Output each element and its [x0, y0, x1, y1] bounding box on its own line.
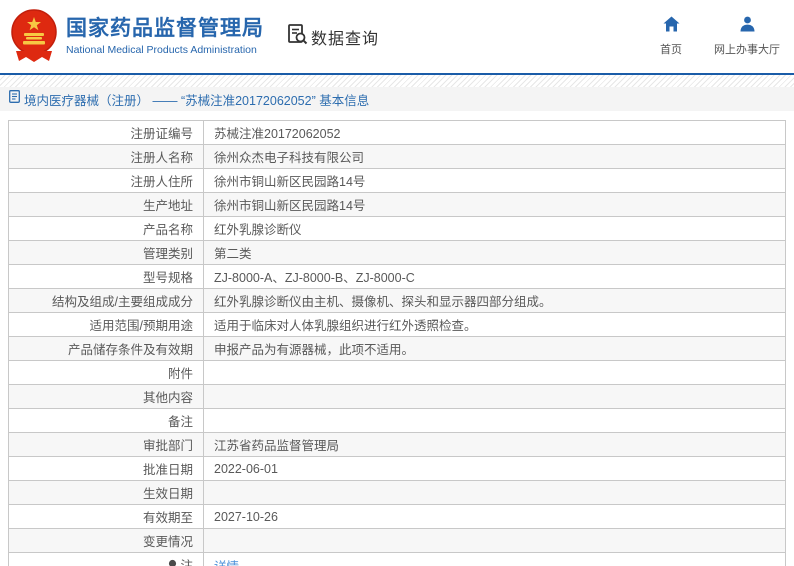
row-value: 详情: [204, 553, 786, 566]
row-label: 型号规格: [9, 265, 204, 289]
table-row: 注册证编号苏械注准20172062052: [9, 121, 786, 145]
table-row: 生产地址徐州市铜山新区民园路14号: [9, 193, 786, 217]
row-value: 2022-06-01: [204, 457, 786, 481]
document-icon: [9, 90, 20, 108]
table-row: 注详情: [9, 553, 786, 566]
row-value: 申报产品为有源器械，此项不适用。: [204, 337, 786, 361]
top-nav: 首页 网上办事大厅: [654, 16, 780, 57]
table-row: 适用范围/预期用途适用于临床对人体乳腺组织进行红外透照检查。: [9, 313, 786, 337]
breadcrumb-text: 境内医疗器械（注册） —— “苏械注准20172062052” 基本信息: [24, 90, 369, 109]
table-row: 注册人住所徐州市铜山新区民园路14号: [9, 169, 786, 193]
note-bulb-icon: [167, 559, 178, 566]
row-label: 备注: [9, 409, 204, 433]
home-icon: [663, 16, 680, 37]
table-row: 附件: [9, 361, 786, 385]
site-title-en: National Medical Products Administration: [66, 44, 264, 56]
row-label: 有效期至: [9, 505, 204, 529]
table-row: 注册人名称徐州众杰电子科技有限公司: [9, 145, 786, 169]
row-label: 注: [9, 553, 204, 566]
table-row: 备注: [9, 409, 786, 433]
table-row: 产品名称红外乳腺诊断仪: [9, 217, 786, 241]
row-value: [204, 481, 786, 505]
row-value: [204, 361, 786, 385]
row-label: 产品储存条件及有效期: [9, 337, 204, 361]
row-value: 苏械注准20172062052: [204, 121, 786, 145]
data-query-section[interactable]: 数据查询: [286, 23, 379, 50]
row-value: 红外乳腺诊断仪: [204, 217, 786, 241]
table-row: 结构及组成/主要组成成分红外乳腺诊断仪由主机、摄像机、探头和显示器四部分组成。: [9, 289, 786, 313]
registration-info-table-wrap: 注册证编号苏械注准20172062052注册人名称徐州众杰电子科技有限公司注册人…: [0, 111, 794, 566]
data-query-label: 数据查询: [311, 25, 379, 49]
table-row: 管理类别第二类: [9, 241, 786, 265]
details-link[interactable]: 详情: [214, 560, 239, 566]
row-label: 生效日期: [9, 481, 204, 505]
row-value: 适用于临床对人体乳腺组织进行红外透照检查。: [204, 313, 786, 337]
header: 国家药品监督管理局 National Medical Products Admi…: [0, 0, 794, 75]
row-value: ZJ-8000-A、ZJ-8000-B、ZJ-8000-C: [204, 265, 786, 289]
stripe-band: [0, 75, 794, 87]
row-value: [204, 385, 786, 409]
document-search-icon: [286, 23, 308, 50]
info-table-body: 注册证编号苏械注准20172062052注册人名称徐州众杰电子科技有限公司注册人…: [9, 121, 786, 566]
registration-info-table: 注册证编号苏械注准20172062052注册人名称徐州众杰电子科技有限公司注册人…: [8, 120, 786, 566]
row-value: 徐州市铜山新区民园路14号: [204, 193, 786, 217]
row-value: 江苏省药品监督管理局: [204, 433, 786, 457]
table-row: 型号规格ZJ-8000-A、ZJ-8000-B、ZJ-8000-C: [9, 265, 786, 289]
table-row: 批准日期2022-06-01: [9, 457, 786, 481]
row-label: 注册人名称: [9, 145, 204, 169]
row-label: 其他内容: [9, 385, 204, 409]
table-row: 其他内容: [9, 385, 786, 409]
row-label: 变更情况: [9, 529, 204, 553]
row-label: 审批部门: [9, 433, 204, 457]
row-value: 红外乳腺诊断仪由主机、摄像机、探头和显示器四部分组成。: [204, 289, 786, 313]
row-value: 徐州市铜山新区民园路14号: [204, 169, 786, 193]
site-titles: 国家药品监督管理局 National Medical Products Admi…: [66, 17, 264, 55]
site-title-cn: 国家药品监督管理局: [66, 17, 264, 41]
row-value: 2027-10-26: [204, 505, 786, 529]
row-label: 注册证编号: [9, 121, 204, 145]
nav-item-label: 首页: [660, 41, 682, 57]
national-emblem-icon: [8, 9, 60, 65]
row-label: 产品名称: [9, 217, 204, 241]
breadcrumb: 境内医疗器械（注册） —— “苏械注准20172062052” 基本信息: [0, 87, 794, 111]
row-label: 适用范围/预期用途: [9, 313, 204, 337]
user-icon: [739, 16, 756, 37]
nav-item-label: 网上办事大厅: [714, 41, 780, 57]
table-row: 生效日期: [9, 481, 786, 505]
table-row: 审批部门江苏省药品监督管理局: [9, 433, 786, 457]
row-label: 结构及组成/主要组成成分: [9, 289, 204, 313]
table-row: 有效期至2027-10-26: [9, 505, 786, 529]
row-value: 徐州众杰电子科技有限公司: [204, 145, 786, 169]
table-row: 产品储存条件及有效期申报产品为有源器械，此项不适用。: [9, 337, 786, 361]
row-value: 第二类: [204, 241, 786, 265]
nav-item-home[interactable]: 首页: [654, 16, 688, 57]
row-label: 批准日期: [9, 457, 204, 481]
row-value: [204, 409, 786, 433]
row-value: [204, 529, 786, 553]
row-label: 附件: [9, 361, 204, 385]
table-row: 变更情况: [9, 529, 786, 553]
nav-item-online-hall[interactable]: 网上办事大厅: [714, 16, 780, 57]
row-label: 注册人住所: [9, 169, 204, 193]
row-label: 管理类别: [9, 241, 204, 265]
logo-block: 国家药品监督管理局 National Medical Products Admi…: [8, 9, 264, 65]
row-label: 生产地址: [9, 193, 204, 217]
